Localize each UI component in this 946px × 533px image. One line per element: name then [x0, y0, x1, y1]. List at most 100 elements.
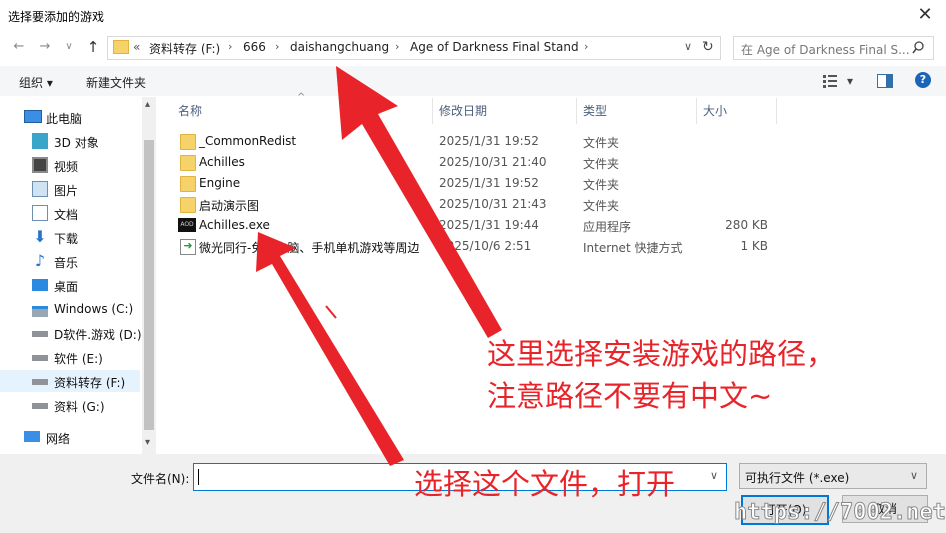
file-type-filter-select[interactable]: 可执行文件 (*.exe) ∨ [739, 463, 927, 489]
sidebar-item-label: 资料转存 (F:) [54, 376, 126, 390]
file-date: 2025/1/31 19:44 [439, 218, 539, 232]
column-header-date[interactable]: 修改日期 [439, 102, 487, 119]
sidebar-item-desktop[interactable]: 桌面 [0, 274, 140, 296]
scrollbar-thumb[interactable] [144, 140, 154, 430]
windows-drive-icon [32, 306, 48, 317]
sidebar-item-this-pc[interactable]: 此电脑 [0, 106, 140, 128]
folder-icon [113, 40, 129, 54]
3d-objects-icon [32, 133, 48, 149]
file-type: 应用程序 [583, 220, 632, 234]
sidebar-item-downloads[interactable]: ⬇ 下载 [0, 226, 140, 248]
sidebar-item-label: 音乐 [54, 256, 79, 270]
annotation-text: 注意路径不要有中文~ [487, 379, 773, 413]
sidebar-item-3d-objects[interactable]: 3D 对象 [0, 130, 140, 152]
column-divider[interactable] [576, 98, 577, 124]
drive-icon [32, 379, 48, 385]
recent-dropdown-icon[interactable]: ∨ [60, 38, 78, 56]
sidebar-item-network[interactable]: 网络 [0, 426, 140, 448]
up-arrow-icon[interactable]: ↑ [84, 38, 102, 56]
organize-button[interactable]: 组织 ▾ [19, 74, 53, 91]
file-row[interactable]: _CommonRedist 2025/1/31 19:52 文件夹 [172, 131, 792, 152]
search-placeholder: 在 Age of Darkness Final S... [741, 43, 910, 57]
sidebar-item-label: 资料 (G:) [54, 400, 105, 414]
drive-icon [32, 331, 48, 337]
back-arrow-icon[interactable]: ← [10, 38, 28, 56]
sort-ascending-icon: ^ [297, 92, 306, 103]
sidebar-item-label: 软件 (E:) [54, 352, 103, 366]
file-name: 微光同行-免费电脑、手机单机游戏等周边 [199, 241, 420, 255]
annotation-text: 这里选择安装游戏的路径， [487, 337, 836, 371]
view-options-icon[interactable] [822, 74, 838, 88]
pictures-icon [32, 181, 48, 197]
column-divider[interactable] [432, 98, 433, 124]
sidebar-item-drive-c[interactable]: Windows (C:) [0, 298, 140, 320]
view-dropdown-icon[interactable]: ▾ [847, 74, 853, 88]
breadcrumb-item[interactable]: 资料转存 (F:) [149, 40, 220, 57]
video-icon [32, 157, 48, 173]
forward-arrow-icon[interactable]: → [36, 38, 54, 56]
navigation-pane: 此电脑 3D 对象 视频 图片 文档 ⬇ 下载 ♪ 音乐 桌面 Windows … [0, 97, 156, 454]
refresh-icon[interactable]: ↻ [702, 39, 714, 55]
close-icon[interactable]: ✕ [912, 3, 938, 27]
sidebar-item-pictures[interactable]: 图片 [0, 178, 140, 200]
file-type: 文件夹 [583, 157, 620, 171]
desktop-icon [32, 279, 48, 291]
address-dropdown-icon[interactable]: ∨ [684, 40, 692, 53]
column-header-type[interactable]: 类型 [583, 102, 607, 119]
folder-icon [180, 197, 196, 213]
column-header-size[interactable]: 大小 [703, 102, 727, 119]
help-icon[interactable]: ? [915, 72, 931, 88]
chevron-right-icon[interactable]: › [395, 40, 399, 53]
search-icon[interactable] [912, 41, 925, 54]
chevron-right-icon[interactable]: › [275, 40, 279, 53]
sidebar-item-label: 文档 [54, 208, 79, 222]
network-icon [24, 431, 40, 442]
arrow-to-exe-file [256, 232, 404, 466]
breadcrumb-overflow[interactable]: « [133, 40, 140, 54]
file-row[interactable]: 启动演示图 2025/10/31 21:43 文件夹 [172, 194, 792, 215]
new-folder-button[interactable]: 新建文件夹 [86, 74, 146, 91]
file-row[interactable]: AOD Achilles.exe 2025/1/31 19:44 应用程序 28… [172, 215, 792, 236]
column-header-name[interactable]: 名称 [178, 102, 202, 119]
breadcrumb-item[interactable]: 666 [243, 40, 266, 54]
file-date: 2025/10/31 21:40 [439, 155, 547, 169]
sidebar-item-label: 图片 [54, 184, 79, 198]
file-row[interactable]: Achilles 2025/10/31 21:40 文件夹 [172, 152, 792, 173]
chevron-right-icon[interactable]: › [228, 40, 232, 53]
file-name: Engine [199, 176, 241, 190]
sidebar-item-music[interactable]: ♪ 音乐 [0, 250, 140, 272]
chevron-right-icon[interactable]: › [584, 40, 588, 53]
sidebar-item-label: 网络 [46, 432, 71, 446]
sidebar-item-drive-g[interactable]: 资料 (G:) [0, 394, 140, 416]
address-bar[interactable]: « 资料转存 (F:) › 666 › daishangchuang › Age… [107, 36, 721, 60]
file-type: Internet 快捷方式 [583, 241, 683, 255]
file-row[interactable]: ➜ 微光同行-免费电脑、手机单机游戏等周边 2025/10/6 2:51 Int… [172, 236, 792, 257]
filename-dropdown-icon[interactable]: ∨ [710, 469, 718, 482]
search-input[interactable]: 在 Age of Darkness Final S... [733, 36, 934, 60]
watermark-text: https://7002.net [734, 500, 946, 526]
folder-icon [180, 134, 196, 150]
column-divider[interactable] [696, 98, 697, 124]
sidebar-item-label: Windows (C:) [54, 302, 134, 316]
scroll-down-icon[interactable]: ▾ [145, 437, 150, 448]
drive-icon [32, 403, 48, 409]
sidebar-item-documents[interactable]: 文档 [0, 202, 140, 224]
annotation-stroke [325, 305, 337, 319]
file-row[interactable]: Engine 2025/1/31 19:52 文件夹 [172, 173, 792, 194]
column-divider[interactable] [776, 98, 777, 124]
breadcrumb-item[interactable]: daishangchuang [290, 40, 389, 54]
scroll-up-icon[interactable]: ▴ [145, 99, 150, 110]
music-icon: ♪ [34, 251, 46, 270]
file-name: _CommonRedist [199, 134, 297, 148]
sidebar-item-label: 3D 对象 [54, 136, 99, 150]
sidebar-item-video[interactable]: 视频 [0, 154, 140, 176]
text-caret [198, 469, 199, 485]
sidebar-item-drive-f[interactable]: 资料转存 (F:) [0, 370, 140, 392]
sidebar-item-label: 桌面 [54, 280, 79, 294]
chevron-down-icon[interactable]: ∨ [910, 469, 918, 482]
window-title: 选择要添加的游戏 [8, 10, 105, 24]
preview-pane-icon[interactable] [877, 74, 893, 88]
sidebar-item-drive-e[interactable]: 软件 (E:) [0, 346, 140, 368]
breadcrumb-item[interactable]: Age of Darkness Final Stand [410, 40, 579, 54]
sidebar-item-drive-d[interactable]: D软件.游戏 (D:) [0, 322, 142, 344]
